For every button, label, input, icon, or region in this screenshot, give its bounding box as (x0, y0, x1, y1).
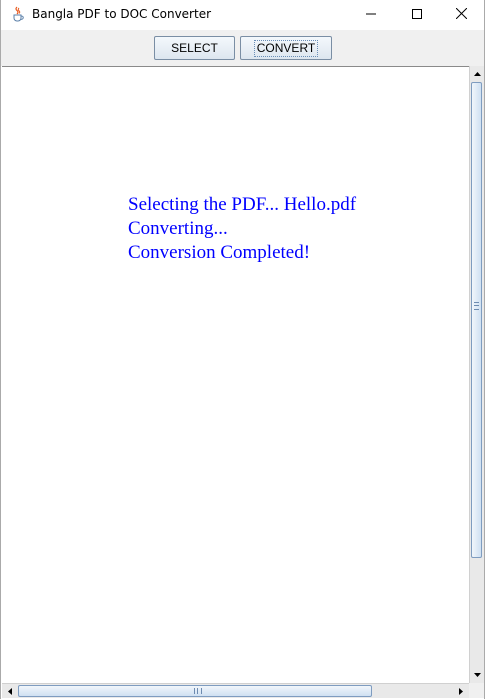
vertical-scroll-thumb[interactable] (471, 82, 482, 558)
log-line-completed: Conversion Completed! (128, 242, 311, 263)
scroll-left-arrow-icon[interactable] (3, 684, 17, 698)
scroll-right-arrow-icon[interactable] (454, 684, 468, 698)
select-button[interactable]: SELECT (154, 36, 235, 60)
vertical-scrollbar[interactable] (469, 66, 484, 683)
horizontal-grip-icon (194, 688, 202, 694)
close-button[interactable] (438, 0, 484, 30)
vertical-grip-icon (474, 302, 479, 310)
close-icon (455, 6, 467, 24)
scroll-up-arrow-icon[interactable] (470, 67, 484, 81)
toolbar: SELECT CONVERT (1, 30, 484, 66)
maximize-icon (412, 6, 422, 24)
log-line-converting: Converting... (128, 218, 228, 239)
window-title: Bangla PDF to DOC Converter (32, 7, 212, 21)
minimize-button[interactable] (348, 0, 394, 30)
horizontal-scroll-thumb[interactable] (18, 685, 372, 697)
log-line-selecting: Selecting the PDF... Hello.pdf (128, 194, 357, 215)
convert-button-label: CONVERT (253, 39, 319, 57)
maximize-button[interactable] (394, 0, 440, 30)
output-text-area[interactable]: Selecting the PDF... Hello.pdf Convertin… (2, 66, 469, 683)
select-button-label: SELECT (171, 41, 218, 55)
scrollbar-corner (469, 683, 484, 698)
horizontal-scrollbar[interactable] (2, 683, 469, 698)
convert-button[interactable]: CONVERT (240, 36, 332, 60)
minimize-icon (366, 6, 376, 24)
java-cup-icon (10, 6, 26, 22)
scroll-down-arrow-icon[interactable] (470, 668, 484, 682)
app-window: Bangla PDF to DOC Converter SELECT CONVE… (0, 0, 485, 699)
title-bar[interactable]: Bangla PDF to DOC Converter (1, 0, 484, 30)
